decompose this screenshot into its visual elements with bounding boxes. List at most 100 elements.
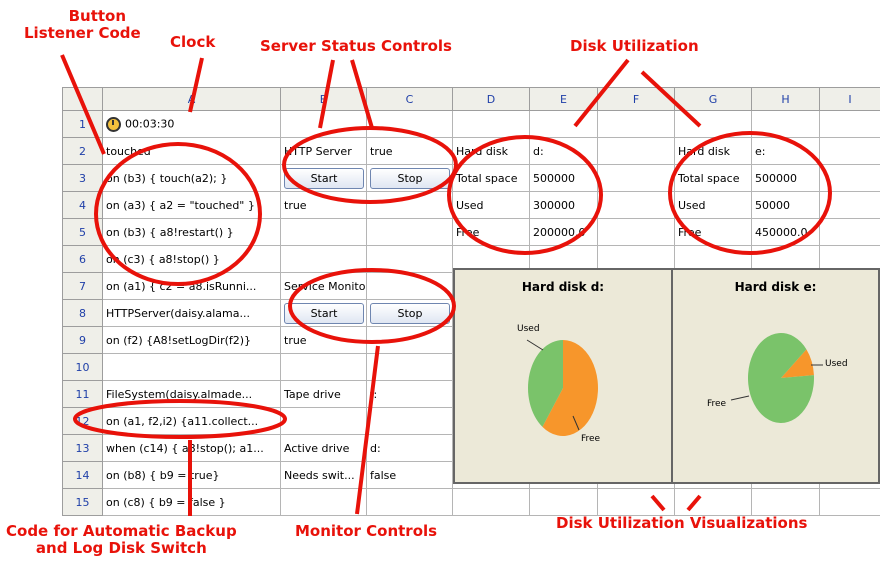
cell[interactable] — [597, 218, 675, 246]
cell-d5[interactable]: Free — [452, 218, 530, 246]
cell-b8[interactable]: Start — [280, 299, 367, 327]
cell[interactable] — [597, 488, 675, 516]
cell[interactable] — [280, 353, 367, 381]
cell-e4[interactable]: 300000 — [529, 191, 598, 219]
row-number[interactable]: 4 — [62, 191, 103, 219]
cell[interactable] — [366, 191, 453, 219]
column-header-g[interactable]: G — [674, 87, 752, 111]
cell-a12[interactable]: on (a1, f2,i2) {a11.collect... — [102, 407, 281, 435]
http-stop-button[interactable]: Stop — [370, 167, 450, 189]
cell[interactable] — [819, 137, 880, 165]
cell[interactable] — [597, 191, 675, 219]
cell-b13[interactable]: Active drive — [280, 434, 367, 462]
cell[interactable] — [751, 110, 820, 138]
monitor-stop-button[interactable]: Stop — [370, 302, 450, 324]
cell[interactable] — [280, 245, 367, 273]
row-number[interactable]: 13 — [62, 434, 103, 462]
cell-a3[interactable]: on (b3) { touch(a2); } — [102, 164, 281, 192]
cell-g2[interactable]: Hard disk — [674, 137, 752, 165]
cell[interactable] — [819, 164, 880, 192]
column-header-c[interactable]: C — [366, 87, 453, 111]
cell[interactable] — [280, 218, 367, 246]
cell[interactable] — [280, 110, 367, 138]
cell[interactable] — [674, 110, 752, 138]
cell[interactable] — [366, 407, 453, 435]
cell-b4[interactable]: true — [280, 191, 367, 219]
cell-a2[interactable]: touched — [102, 137, 281, 165]
cell-c11[interactable]: f: — [366, 380, 453, 408]
cell-c8[interactable]: Stop — [366, 299, 453, 327]
row-number[interactable]: 1 — [62, 110, 103, 138]
cell[interactable] — [529, 110, 598, 138]
cell-d3[interactable]: Total space — [452, 164, 530, 192]
cell-a8[interactable]: HTTPServer(daisy.alama... — [102, 299, 281, 327]
cell[interactable] — [366, 272, 453, 300]
row-number[interactable]: 7 — [62, 272, 103, 300]
column-header-b[interactable]: B — [280, 87, 367, 111]
row-number[interactable]: 11 — [62, 380, 103, 408]
cell-b11[interactable]: Tape drive — [280, 380, 367, 408]
cell-a6[interactable]: on (c3) { a8!stop() } — [102, 245, 281, 273]
cell-a1[interactable]: 00:03:30 — [102, 110, 281, 138]
row-number[interactable]: 15 — [62, 488, 103, 516]
cell-g3[interactable]: Total space — [674, 164, 752, 192]
cell-a15[interactable]: on (c8) { b9 = false } — [102, 488, 281, 516]
cell-b14[interactable]: Needs swit... — [280, 461, 367, 489]
cell-c13[interactable]: d: — [366, 434, 453, 462]
cell-c14[interactable]: false — [366, 461, 453, 489]
cell-c2[interactable]: true — [366, 137, 453, 165]
cell[interactable] — [102, 353, 281, 381]
cell-h2[interactable]: e: — [751, 137, 820, 165]
column-header-f[interactable]: F — [597, 87, 675, 111]
cell[interactable] — [597, 164, 675, 192]
cell[interactable] — [751, 488, 820, 516]
cell-h3[interactable]: 500000 — [751, 164, 820, 192]
cell[interactable] — [674, 488, 752, 516]
cell-a4[interactable]: on (a3) { a2 = "touched" } — [102, 191, 281, 219]
cell[interactable] — [597, 137, 675, 165]
cell[interactable] — [819, 191, 880, 219]
cell[interactable] — [366, 326, 453, 354]
row-number[interactable]: 8 — [62, 299, 103, 327]
cell-h5[interactable]: 450000.0 — [751, 218, 820, 246]
cell[interactable] — [819, 218, 880, 246]
cell-a11[interactable]: FileSystem(daisy.almade... — [102, 380, 281, 408]
cell[interactable] — [366, 353, 453, 381]
cell-b2[interactable]: HTTP Server — [280, 137, 367, 165]
cell[interactable] — [366, 110, 453, 138]
cell[interactable] — [597, 110, 675, 138]
cell-b3[interactable]: Start — [280, 164, 367, 192]
cell[interactable] — [819, 488, 880, 516]
cell-a5[interactable]: on (b3) { a8!restart() } — [102, 218, 281, 246]
row-number[interactable]: 12 — [62, 407, 103, 435]
cell-h4[interactable]: 50000 — [751, 191, 820, 219]
cell-a13[interactable]: when (c14) { a8!stop(); a1... — [102, 434, 281, 462]
column-header-i[interactable]: I — [819, 87, 880, 111]
cell-b7[interactable]: Service Monitor — [280, 272, 367, 300]
row-number[interactable]: 6 — [62, 245, 103, 273]
cell-e3[interactable]: 500000 — [529, 164, 598, 192]
http-start-button[interactable]: Start — [284, 167, 364, 189]
cell[interactable] — [366, 218, 453, 246]
cell[interactable] — [452, 488, 530, 516]
cell-c3[interactable]: Stop — [366, 164, 453, 192]
cell-g5[interactable]: Free — [674, 218, 752, 246]
row-number[interactable]: 9 — [62, 326, 103, 354]
column-header-a[interactable]: A — [102, 87, 281, 111]
cell-a14[interactable]: on (b8) { b9 = true} — [102, 461, 281, 489]
cell[interactable] — [366, 488, 453, 516]
cell[interactable] — [280, 407, 367, 435]
cell-b9[interactable]: true — [280, 326, 367, 354]
cell[interactable] — [366, 245, 453, 273]
cell[interactable] — [280, 488, 367, 516]
cell-a7[interactable]: on (a1) { c2 = a8.isRunni... — [102, 272, 281, 300]
row-number[interactable]: 14 — [62, 461, 103, 489]
monitor-start-button[interactable]: Start — [284, 302, 364, 324]
corner-cell[interactable] — [62, 87, 103, 111]
row-number[interactable]: 3 — [62, 164, 103, 192]
cell[interactable] — [452, 110, 530, 138]
cell-e5[interactable]: 200000.0 — [529, 218, 598, 246]
cell-e2[interactable]: d: — [529, 137, 598, 165]
cell-d4[interactable]: Used — [452, 191, 530, 219]
column-header-e[interactable]: E — [529, 87, 598, 111]
